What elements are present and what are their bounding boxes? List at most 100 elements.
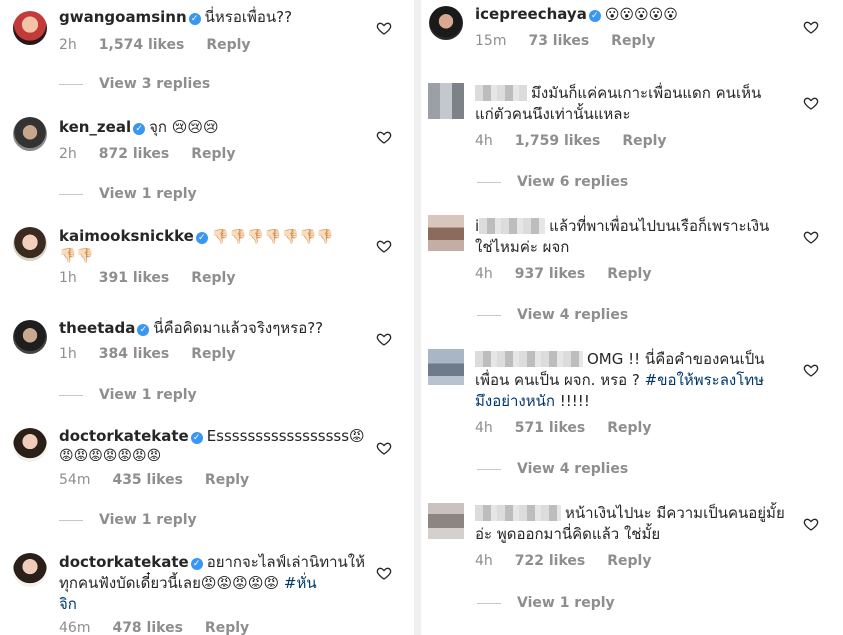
comment-time: 54m: [59, 472, 91, 488]
likes-count[interactable]: 1,759 likes: [515, 133, 601, 149]
reply-button[interactable]: Reply: [607, 553, 651, 569]
reply-button[interactable]: Reply: [206, 37, 250, 53]
reply-button[interactable]: Reply: [607, 420, 651, 436]
username[interactable]: doctorkatekate: [59, 553, 189, 571]
heart-icon[interactable]: [803, 95, 819, 111]
heart-icon[interactable]: [803, 362, 819, 378]
verified-badge-icon: ✓: [190, 558, 203, 570]
view-replies-button[interactable]: View 3 replies: [59, 76, 210, 92]
avatar[interactable]: [429, 6, 463, 40]
username[interactable]: gwangoamsinn: [59, 8, 187, 26]
comment-time: 4h: [475, 553, 493, 569]
verified-badge-icon: ✓: [588, 10, 601, 22]
comment-text-cont: เพื่อน คนเป็น ผจก. หรอ ?: [475, 371, 640, 389]
comment-time: 1h: [59, 346, 77, 362]
avatar[interactable]: [13, 320, 47, 354]
view-replies-button[interactable]: View 1 reply: [59, 387, 197, 403]
heart-icon[interactable]: [803, 229, 819, 245]
likes-count[interactable]: 391 likes: [99, 270, 169, 286]
comment-text: มึงมันก็แค่คนเกาะเพื่อนแดก คนเห็น: [531, 84, 762, 102]
hashtag-link[interactable]: #ขอให้พระลงโทษ: [645, 371, 764, 389]
avatar[interactable]: [13, 227, 47, 261]
hashtag-link-cont[interactable]: มึงอย่างหนัก: [475, 392, 555, 410]
comment-text: Esssssssssssssssss😡: [206, 427, 365, 445]
comment-text: นี่หรอเพื่อน??: [204, 8, 293, 26]
right-comment-panel: icepreechaya ✓ 😮😮😮😮😮 15m 73 likes Reply มึงม…: [421, 0, 843, 635]
avatar[interactable]: [13, 553, 47, 587]
censored-username: [475, 85, 527, 101]
reply-button[interactable]: Reply: [191, 346, 235, 362]
likes-count[interactable]: 384 likes: [99, 346, 169, 362]
comment-time: 2h: [59, 146, 77, 162]
comment-time: 46m: [59, 620, 91, 635]
comment-text-tail: !!!!!: [559, 392, 590, 410]
comment-text-cont: ทุกคนฟังบัดเดี๋ยวนี้เลย😡😡😡😡😡: [59, 574, 280, 592]
heart-icon[interactable]: [803, 19, 819, 35]
reply-button[interactable]: Reply: [607, 266, 651, 282]
avatar[interactable]: [428, 215, 464, 251]
avatar[interactable]: [428, 503, 464, 539]
username[interactable]: theetada: [59, 319, 135, 337]
verified-badge-icon: ✓: [190, 432, 203, 444]
comment-time: 4h: [475, 266, 493, 282]
reply-button[interactable]: Reply: [191, 146, 235, 162]
heart-icon[interactable]: [376, 129, 392, 145]
hashtag-link[interactable]: #หั่น: [284, 574, 317, 592]
comment-text: อยากจะไลฟ์เล่านิทานให้: [206, 553, 365, 571]
reply-button[interactable]: Reply: [205, 472, 249, 488]
comment-text: 😮😮😮😮😮: [604, 7, 678, 23]
comment-text: หน้าเงินไปนะ มีความเป็นคนอยู่มั้ย: [565, 504, 785, 522]
view-replies-button[interactable]: View 4 replies: [477, 307, 628, 323]
view-replies-button[interactable]: View 6 replies: [477, 174, 628, 190]
view-replies-button[interactable]: View 4 replies: [477, 461, 628, 477]
censored-username: [475, 505, 561, 521]
verified-badge-icon: ✓: [137, 324, 150, 336]
verified-badge-icon: ✓: [188, 13, 201, 25]
comment-text: 👎🏻👎🏻👎🏻👎🏻👎🏻👎🏻👎🏻: [211, 229, 334, 245]
likes-count[interactable]: 1,574 likes: [99, 37, 185, 53]
likes-count[interactable]: 73 likes: [528, 33, 589, 49]
heart-icon[interactable]: [803, 516, 819, 532]
panel-divider: [414, 0, 421, 635]
heart-icon[interactable]: [376, 565, 392, 581]
comment-time: 2h: [59, 37, 77, 53]
hashtag-link-cont[interactable]: จิก: [59, 594, 77, 615]
verified-badge-icon: ✓: [195, 232, 208, 244]
username[interactable]: icepreechaya: [475, 5, 587, 23]
comment-text: แล้วที่พาเพื่อนไปบนเรือก็เพราะเงิน: [549, 217, 770, 235]
reply-button[interactable]: Reply: [191, 270, 235, 286]
likes-count[interactable]: 722 likes: [515, 553, 585, 569]
view-replies-button[interactable]: View 1 reply: [59, 512, 197, 528]
likes-count[interactable]: 478 likes: [112, 620, 182, 635]
avatar[interactable]: [428, 349, 464, 385]
verified-badge-icon: ✓: [133, 123, 146, 135]
avatar[interactable]: [13, 428, 47, 462]
view-replies-button[interactable]: View 1 reply: [59, 186, 197, 202]
view-replies-button[interactable]: View 1 reply: [477, 595, 615, 611]
heart-icon[interactable]: [376, 20, 392, 36]
left-comment-panel: gwangoamsinn ✓ นี่หรอเพื่อน?? 2h 1,574 like…: [0, 0, 414, 635]
likes-count[interactable]: 872 likes: [99, 146, 169, 162]
likes-count[interactable]: 435 likes: [112, 472, 182, 488]
likes-count[interactable]: 937 likes: [515, 266, 585, 282]
comment-text-cont: ใช่ไหมค่ะ ผจก: [475, 238, 570, 256]
username[interactable]: doctorkatekate: [59, 427, 189, 445]
avatar[interactable]: [428, 83, 464, 119]
reply-button[interactable]: Reply: [611, 33, 655, 49]
heart-icon[interactable]: [376, 331, 392, 347]
reply-button[interactable]: Reply: [622, 133, 666, 149]
heart-icon[interactable]: [376, 238, 392, 254]
heart-icon[interactable]: [376, 440, 392, 456]
comment-time: 4h: [475, 133, 493, 149]
likes-count[interactable]: 571 likes: [515, 420, 585, 436]
comment-text: จุก 😢😢😢: [149, 118, 219, 136]
censored-username: [475, 351, 583, 367]
comment-text: นี่คือคิดมาแล้วจริงๆหรอ??: [153, 319, 324, 337]
username[interactable]: ken_zeal: [59, 118, 131, 136]
username[interactable]: kaimooksnickke: [59, 227, 194, 245]
avatar[interactable]: [13, 117, 47, 151]
reply-button[interactable]: Reply: [205, 620, 249, 635]
comment-time: 4h: [475, 420, 493, 436]
avatar[interactable]: [13, 11, 47, 45]
comment-text-cont: 👎🏻👎🏻: [59, 248, 94, 264]
